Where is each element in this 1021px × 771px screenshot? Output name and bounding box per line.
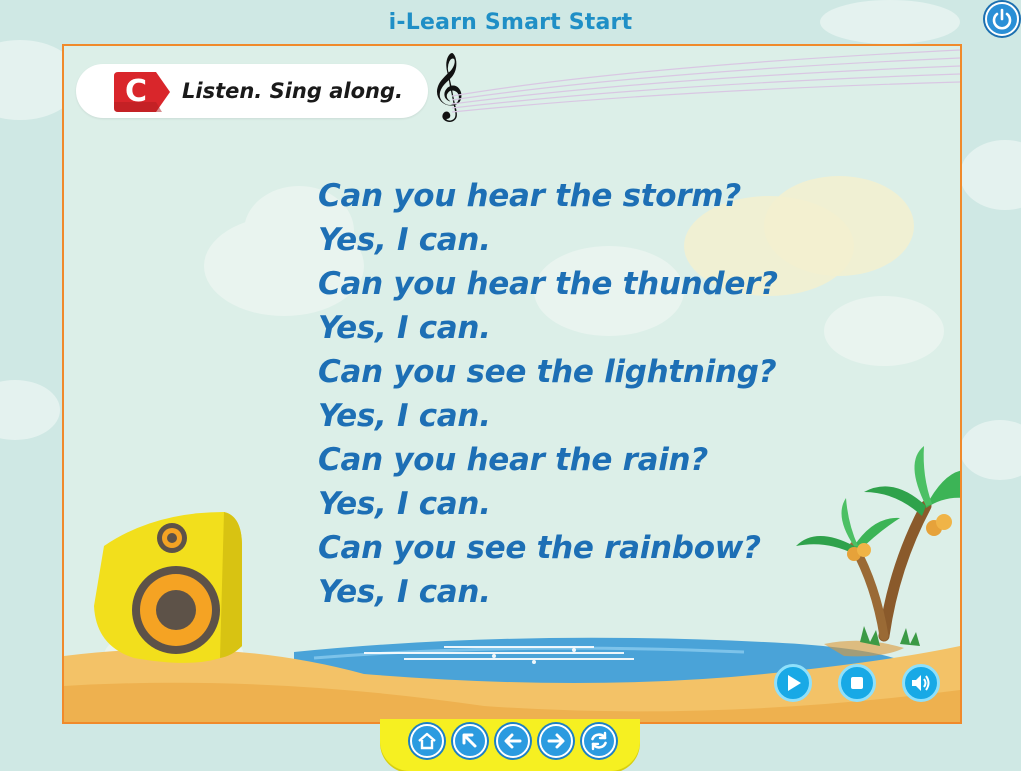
background-cloud <box>960 420 1021 480</box>
section-letter: C <box>124 74 148 109</box>
lyric-line: Can you hear the storm? <box>318 178 741 214</box>
instruction-text: Listen. Sing along. <box>182 79 403 103</box>
home-icon <box>418 732 436 750</box>
palm-tree-illustration <box>796 446 960 646</box>
play-icon <box>788 675 801 691</box>
refresh-icon <box>591 731 607 751</box>
lyric-line: Yes, I can. <box>318 486 491 522</box>
background-cloud <box>960 140 1021 210</box>
play-button[interactable] <box>774 664 812 702</box>
lyric-line: Can you hear the thunder? <box>318 266 778 302</box>
background-cloud <box>0 380 60 440</box>
next-button[interactable] <box>539 724 573 758</box>
lyric-line: Can you hear the rain? <box>318 442 708 478</box>
replay-button[interactable] <box>582 724 616 758</box>
song-lyrics: Can you hear the storm? Yes, I can. Can … <box>318 174 778 614</box>
lesson-stage: C Listen. Sing along. 𝄞 Can you hear the… <box>62 44 962 724</box>
speaker-illustration <box>94 512 242 663</box>
lyric-line: Can you see the lightning? <box>318 354 777 390</box>
lyric-line: Yes, I can. <box>318 310 491 346</box>
speaker-icon <box>912 675 930 691</box>
home-button[interactable] <box>410 724 444 758</box>
lyric-line: Yes, I can. <box>318 398 491 434</box>
arrow-up-left-icon <box>462 733 477 748</box>
stop-icon <box>851 677 863 689</box>
back-button[interactable] <box>496 724 530 758</box>
lyric-line: Yes, I can. <box>318 574 491 610</box>
app-title: i-Learn Smart Start <box>388 10 633 35</box>
activity-header: C Listen. Sing along. <box>76 64 428 118</box>
stop-button[interactable] <box>838 664 876 702</box>
up-button[interactable] <box>453 724 487 758</box>
arrow-left-icon <box>504 733 522 749</box>
lyric-line: Yes, I can. <box>318 222 491 258</box>
power-button[interactable] <box>985 2 1019 36</box>
arrow-right-icon <box>547 733 565 749</box>
power-icon <box>992 8 1012 30</box>
music-staff-decoration <box>452 49 960 113</box>
lyric-line: Can you see the rainbow? <box>318 530 761 566</box>
navigation-bar <box>380 719 640 771</box>
volume-button[interactable] <box>902 664 940 702</box>
